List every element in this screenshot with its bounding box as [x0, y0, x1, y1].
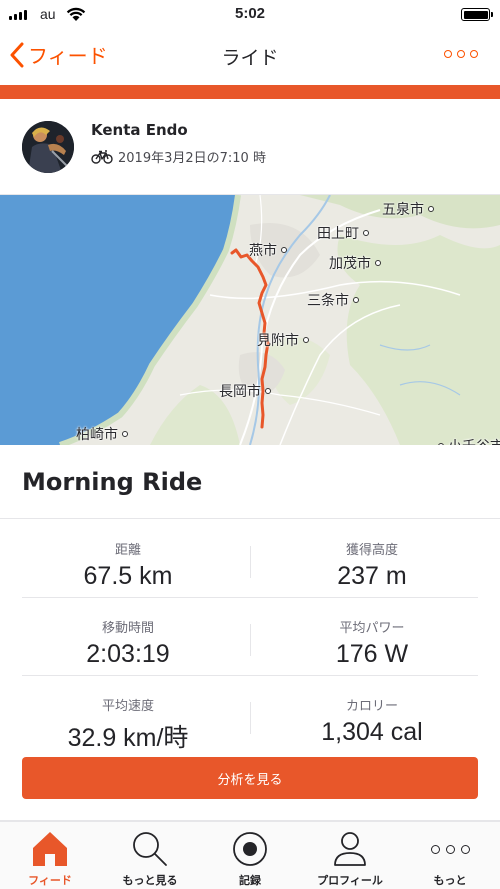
back-label: フィード — [28, 44, 108, 68]
tab-profile[interactable]: プロフィール — [300, 822, 400, 889]
tab-label: もっと — [433, 874, 467, 887]
stat-distance: 距離 67.5 km — [8, 539, 248, 591]
tab-bar: フィード もっと見る 記録 プロフィール もっと — [0, 822, 500, 889]
stat-average-power: 平均パワー 176 W — [252, 617, 492, 669]
stat-label: 獲得高度 — [345, 543, 398, 558]
activity-date: 2019年3月2日の7:10 時 — [118, 151, 266, 166]
map-label-tsubame: 燕市 — [249, 240, 287, 260]
avatar[interactable] — [22, 121, 74, 173]
tab-record[interactable]: 記録 — [200, 822, 300, 889]
stat-label: カロリー — [345, 699, 398, 714]
tab-more[interactable]: もっと — [400, 822, 500, 889]
stat-elevation-gain: 獲得高度 237 m — [252, 539, 492, 591]
tab-feed[interactable]: フィード — [0, 822, 100, 889]
stat-label: 平均速度 — [101, 699, 154, 714]
athlete-name[interactable]: Kenta Endo — [91, 121, 188, 139]
map-background — [0, 195, 500, 445]
view-analysis-button[interactable]: 分析を見る — [22, 757, 478, 799]
tab-label: フィード — [28, 874, 72, 887]
tab-label: プロフィール — [317, 874, 383, 887]
stats-row: 距離 67.5 km 獲得高度 237 m — [0, 519, 500, 597]
more-dot-icon — [444, 50, 452, 58]
stat-moving-time: 移動時間 2:03:19 — [8, 617, 248, 669]
stat-value: 32.9 km/時 — [67, 724, 189, 752]
map-label-ojiya: 小千谷市 — [438, 436, 500, 445]
navigation-bar: フィード ライド — [0, 30, 500, 85]
more-options-button[interactable] — [444, 50, 478, 58]
back-button[interactable]: フィード — [10, 40, 108, 69]
stat-value: 67.5 km — [83, 562, 173, 590]
battery-icon — [461, 8, 493, 21]
activity-meta: 2019年3月2日の7:10 時 — [91, 147, 266, 166]
route-map[interactable]: 五泉市 田上町 燕市 加茂市 三条市 見附市 長岡市 柏崎市 小千谷市 — [0, 195, 500, 445]
home-icon — [33, 832, 67, 866]
more-icon — [430, 844, 470, 854]
chevron-left-icon — [10, 42, 24, 67]
stat-value: 237 m — [337, 562, 407, 590]
tab-explore[interactable]: もっと見る — [100, 822, 200, 889]
map-label-nagaoka: 長岡市 — [219, 381, 271, 401]
stat-average-speed: 平均速度 32.9 km/時 — [8, 695, 248, 754]
map-label-sanjo: 三条市 — [307, 290, 359, 310]
accent-strip — [0, 85, 500, 99]
stat-value: 2:03:19 — [86, 640, 170, 668]
athlete-header: Kenta Endo 2019年3月2日の7:10 時 — [0, 99, 500, 195]
bike-icon — [91, 149, 113, 164]
map-label-gosen: 五泉市 — [382, 199, 434, 219]
activity-title: Morning Ride — [22, 468, 203, 496]
stat-calories: カロリー 1,304 cal — [252, 695, 492, 747]
record-icon — [233, 832, 267, 866]
map-label-mitsuke: 見附市 — [257, 330, 309, 350]
profile-icon — [334, 832, 366, 866]
stats-grid: 距離 67.5 km 獲得高度 237 m 移動時間 2:03:19 平均パワー… — [0, 519, 500, 753]
stat-value: 176 W — [335, 640, 409, 668]
map-label-kamo: 加茂市 — [329, 253, 381, 273]
search-icon — [133, 832, 167, 866]
stat-value: 1,304 cal — [321, 718, 423, 746]
tab-label: もっと見る — [122, 874, 178, 887]
stat-label: 移動時間 — [101, 621, 154, 636]
tab-label: 記録 — [239, 874, 261, 887]
status-time: 5:02 — [234, 5, 266, 22]
status-bar: au 5:02 — [0, 0, 500, 30]
stats-row: 平均速度 32.9 km/時 カロリー 1,304 cal — [0, 675, 500, 753]
stat-label: 距離 — [114, 543, 141, 558]
map-label-kashiwazaki: 柏崎市 — [76, 424, 128, 444]
map-label-tagami: 田上町 — [317, 223, 369, 243]
stats-row: 移動時間 2:03:19 平均パワー 176 W — [0, 597, 500, 675]
stat-label: 平均パワー — [339, 621, 405, 636]
